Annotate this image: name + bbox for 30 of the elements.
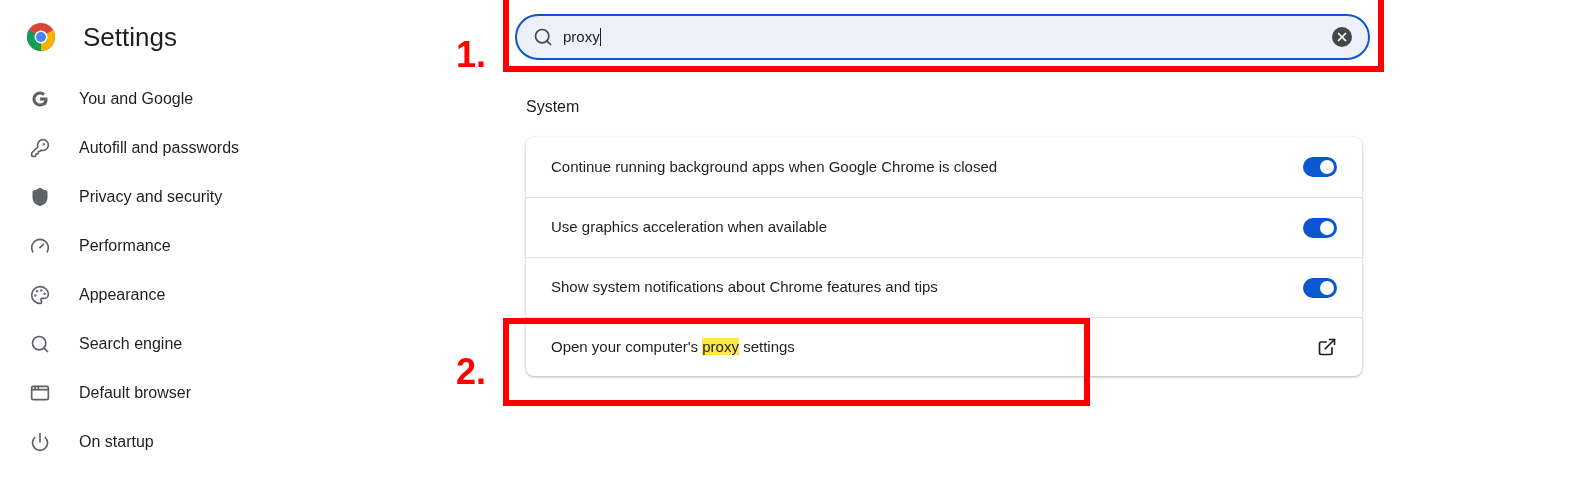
proxy-settings-link[interactable]: Open your computer's proxy settings: [526, 317, 1362, 376]
external-link-icon: [1317, 337, 1337, 357]
toggle-switch[interactable]: [1303, 217, 1337, 238]
palette-icon: [30, 284, 50, 305]
annotation-number: 1.: [456, 33, 487, 77]
search-icon: [30, 333, 50, 354]
close-icon: [1335, 30, 1349, 44]
sidebar-item[interactable]: Performance: [0, 221, 440, 270]
chrome-logo-icon: [27, 23, 55, 51]
toggle-switch[interactable]: [1303, 157, 1337, 177]
sidebar-item[interactable]: Appearance: [0, 270, 440, 319]
annotation-number: 2.: [456, 350, 487, 394]
clear-button[interactable]: [1332, 27, 1352, 47]
sidebar-item[interactable]: Search engine: [0, 319, 440, 368]
sidebar-item[interactable]: On startup: [0, 417, 440, 466]
shield-icon: [30, 186, 50, 207]
key-icon: [30, 137, 50, 158]
sidebar-item[interactable]: You and Google: [0, 74, 440, 123]
sidebar-item[interactable]: Privacy and security: [0, 172, 440, 221]
search-field[interactable]: proxy: [515, 14, 1370, 60]
sidebar-item[interactable]: Autofill and passwords: [0, 123, 440, 172]
setting-label: Show system notifications about Chrome features and tips: [551, 277, 938, 298]
power-icon: [30, 431, 50, 452]
section-title: System: [526, 97, 581, 117]
search-icon: [533, 27, 553, 47]
setting-label: Use graphics acceleration when available: [551, 217, 827, 238]
toggle-switch[interactable]: [1303, 277, 1337, 298]
sidebar-item[interactable]: Default browser: [0, 368, 440, 417]
page-title: Settings: [83, 20, 177, 54]
setting-label: Continue running background apps when Google Chrome is closed: [551, 156, 998, 177]
